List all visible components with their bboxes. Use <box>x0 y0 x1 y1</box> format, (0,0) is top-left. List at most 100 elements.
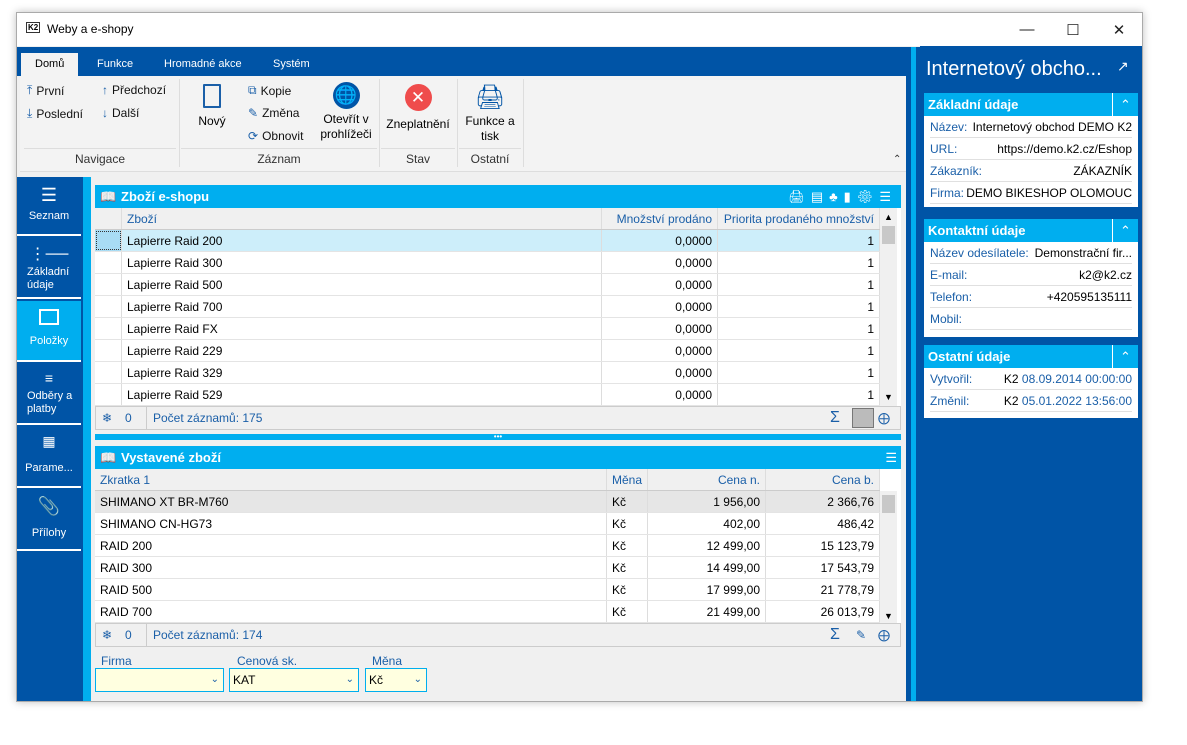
snowflake-icon[interactable]: ❄ <box>102 407 112 429</box>
sidebar-item-seznam[interactable]: ☰ Seznam <box>17 177 81 236</box>
firma-select[interactable]: ⌄ <box>95 668 224 692</box>
external-link-icon[interactable]: ↗ <box>1117 58 1129 75</box>
table-row[interactable]: Lapierre Raid 200 0,0000 1 <box>95 230 880 252</box>
edit-button[interactable]: ✎ Změna <box>248 106 299 120</box>
row-selector[interactable] <box>95 318 122 339</box>
column-header[interactable]: Priorita prodaného množství <box>718 208 880 229</box>
add-record-icon[interactable]: ⨁ <box>878 407 890 429</box>
table-row[interactable]: SHIMANO CN-HG73 Kč 402,00 486,42 <box>95 513 880 535</box>
menu-icon[interactable]: ☰ <box>879 189 897 204</box>
column-header[interactable]: Množství prodáno <box>602 208 718 229</box>
gross-price-cell: 26 013,79 <box>766 601 880 622</box>
tab-domu[interactable]: Domů <box>21 53 79 76</box>
detail-field: Mobil: <box>930 308 1132 330</box>
table-row[interactable]: Lapierre Raid 529 0,0000 1 <box>95 384 880 406</box>
quantity-sold-cell: 0,0000 <box>602 274 718 295</box>
mena-select[interactable]: Kč ⌄ <box>365 668 427 692</box>
row-selector[interactable] <box>95 340 122 361</box>
group-stav: Stav <box>381 148 455 168</box>
add-record-icon[interactable]: ⨁ <box>878 624 890 646</box>
pencil-icon[interactable]: ✎ <box>856 624 866 646</box>
refresh-button[interactable]: ⟳ Obnovit <box>248 129 303 143</box>
row-selector[interactable] <box>95 362 122 383</box>
next-button[interactable]: ↓ Další <box>102 106 139 120</box>
sidebar-item-odbery-a-platby[interactable]: ≡ Odběry a platby <box>17 364 81 425</box>
priority-cell: 1 <box>718 318 880 339</box>
table-row[interactable]: Lapierre Raid FX 0,0000 1 <box>95 318 880 340</box>
currency-cell: Kč <box>607 535 648 556</box>
collapse-ribbon-icon[interactable]: ⌃ <box>893 154 901 165</box>
collapse-icon[interactable]: ⌃ <box>1112 219 1138 242</box>
row-selector[interactable] <box>95 384 122 405</box>
collapse-icon[interactable]: ⌃ <box>1112 93 1138 116</box>
print-icon[interactable]: 🖨 <box>788 189 811 204</box>
dropdown-icon: ⌄ <box>210 674 219 685</box>
table-row[interactable]: Lapierre Raid 700 0,0000 1 <box>95 296 880 318</box>
toggle-button[interactable] <box>852 408 874 428</box>
divider <box>457 79 458 167</box>
copy-button[interactable]: ⧉ Kopie <box>248 83 291 98</box>
row-selector[interactable] <box>95 230 122 251</box>
functions-print-button[interactable]: 🖨 Funkce a tisk <box>460 84 520 144</box>
collapse-icon[interactable]: ⌃ <box>1112 345 1138 368</box>
product-name-cell: Lapierre Raid 300 <box>122 252 602 273</box>
row-selector[interactable] <box>95 252 122 273</box>
columns-icon[interactable]: ▮ <box>844 189 857 204</box>
sidebar-item-zakladni-udaje[interactable]: ⋮── Základní údaje <box>17 238 81 299</box>
tab-hromadne-akce[interactable]: Hromadné akce <box>150 53 256 76</box>
table-row[interactable]: Lapierre Raid 329 0,0000 1 <box>95 362 880 384</box>
sum-icon[interactable]: Σ <box>830 624 840 646</box>
invalidate-button[interactable]: ✕ Zneplatnění <box>383 84 453 132</box>
table-row[interactable]: Lapierre Raid 229 0,0000 1 <box>95 340 880 362</box>
table-row[interactable]: Lapierre Raid 500 0,0000 1 <box>95 274 880 296</box>
row-selector[interactable] <box>95 296 122 317</box>
column-header[interactable]: Cena b. <box>766 469 880 490</box>
column-header[interactable]: Cena n. <box>648 469 766 490</box>
menu-icon[interactable]: ☰ <box>885 446 897 469</box>
table-row[interactable]: Lapierre Raid 300 0,0000 1 <box>95 252 880 274</box>
table-row[interactable]: RAID 200 Kč 12 499,00 15 123,79 <box>95 535 880 557</box>
sidebar-item-polozky[interactable]: Položky <box>17 301 81 362</box>
maximize-button[interactable]: ☐ <box>1050 13 1096 46</box>
detail-field: Firma: DEMO BIKESHOP OLOMOUC <box>930 182 1132 204</box>
first-button[interactable]: ⤒ První <box>27 83 64 98</box>
minimize-button[interactable]: — <box>1004 13 1050 46</box>
group-zaznam: Záznam <box>181 148 377 168</box>
tab-funkce[interactable]: Funkce <box>83 53 147 76</box>
gear-icon[interactable]: ⚙ <box>857 189 880 204</box>
close-button[interactable]: ✕ <box>1096 13 1142 46</box>
layers-icon: ≡ <box>44 370 54 386</box>
quantity-sold-cell: 0,0000 <box>602 318 718 339</box>
table-row[interactable]: SHIMANO XT BR-M760 Kč 1 956,00 2 366,76 <box>95 491 880 513</box>
sum-icon[interactable]: Σ <box>830 407 840 429</box>
sidebar-item-prilohy[interactable]: 📎 Přílohy <box>17 490 81 551</box>
products-panel: 📖 Zboží e-shopu 🖨▤♣▮⚙☰ Zboží Množství pr… <box>95 185 901 431</box>
table-row[interactable]: RAID 700 Kč 21 499,00 26 013,79 <box>95 601 880 623</box>
column-header[interactable]: Zboží <box>122 208 602 229</box>
products-scrollbar[interactable]: ▲ ▼ <box>880 208 897 406</box>
open-in-browser-button[interactable]: 🌐 Otevřít v prohlížeči <box>316 82 376 142</box>
last-button[interactable]: ⤓ Poslední <box>27 106 83 121</box>
product-name-cell: Lapierre Raid 500 <box>122 274 602 295</box>
chart-icon[interactable]: ▤ <box>811 189 829 204</box>
snowflake-icon[interactable]: ❄ <box>102 624 112 646</box>
filter-icon[interactable]: ♣ <box>829 189 844 204</box>
new-button[interactable]: Nový <box>192 84 232 129</box>
vertical-splitter[interactable] <box>906 47 920 701</box>
table-row[interactable]: RAID 500 Kč 17 999,00 21 778,79 <box>95 579 880 601</box>
column-header[interactable]: Měna <box>607 469 648 490</box>
sidebar-item-parametry[interactable]: ▦ Parame... <box>17 427 81 488</box>
column-header[interactable]: Zkratka 1 <box>95 469 607 490</box>
field-label: URL: <box>930 142 958 156</box>
tab-system[interactable]: Systém <box>259 53 324 76</box>
detail-field: URL: https://demo.k2.cz/Eshop <box>930 138 1132 160</box>
currency-cell: Kč <box>607 601 648 622</box>
previous-button[interactable]: ↑ Předchozí <box>102 83 166 97</box>
row-selector[interactable] <box>95 274 122 295</box>
listed-scrollbar[interactable]: ▼ <box>880 491 897 623</box>
code-cell: SHIMANO CN-HG73 <box>95 513 607 534</box>
panel-splitter[interactable]: ••• <box>95 433 901 441</box>
cenova-select[interactable]: KAT ⌄ <box>229 668 359 692</box>
table-row[interactable]: RAID 300 Kč 14 499,00 17 543,79 <box>95 557 880 579</box>
field-value: K2 08.09.2014 00:00:00 <box>1004 368 1132 389</box>
